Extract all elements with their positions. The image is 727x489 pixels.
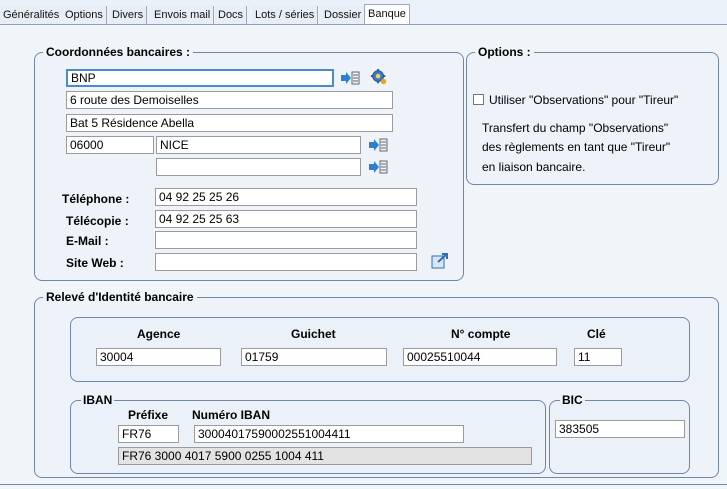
options-legend: Options : (478, 45, 531, 59)
options-description-line3: en liaison bancaire. (482, 160, 586, 174)
email-label: E-Mail : (66, 234, 109, 248)
city-input[interactable]: NICE (156, 136, 361, 154)
address-line1-input[interactable]: 6 route des Demoiselles (66, 91, 393, 109)
tab-divers[interactable]: Divers (109, 6, 148, 24)
cle-input[interactable]: 11 (574, 348, 622, 366)
tab-dossier[interactable]: Dossier (321, 6, 366, 24)
website-label: Site Web : (66, 256, 124, 270)
observations-checkbox[interactable] (473, 94, 484, 105)
observations-checkbox-label: Utiliser "Observations" pour "Tireur" (489, 93, 679, 107)
agence-input[interactable]: 30004 (96, 348, 221, 366)
guichet-label: Guichet (291, 327, 336, 341)
iban-legend: IBAN (83, 393, 113, 407)
email-input[interactable] (155, 231, 417, 249)
telecopie-input[interactable]: 04 92 25 25 63 (155, 210, 417, 228)
list-arrow-icon[interactable] (340, 69, 360, 87)
website-input[interactable] (155, 253, 417, 271)
list-arrow-icon[interactable] (368, 158, 388, 176)
panel-bottom-border (0, 484, 727, 485)
telecopie-label: Télécopie : (66, 214, 129, 228)
rib-legend: Relevé d'Identité bancaire (46, 290, 194, 304)
bic-legend: BIC (562, 393, 583, 407)
prefixe-label: Préfixe (128, 408, 169, 422)
bank-name-input[interactable]: BNP (66, 69, 334, 87)
list-arrow-icon[interactable] (368, 136, 388, 154)
tab-envois-mail[interactable]: Envois mail (151, 6, 215, 24)
postal-code-input[interactable]: 06000 (66, 136, 154, 154)
tab-options[interactable]: Options (62, 6, 107, 24)
tab-bar: Généralités Options Divers Envois mail D… (0, 4, 727, 26)
iban-number-input[interactable]: 30004017590002551004411 (194, 425, 464, 443)
compte-input[interactable]: 00025510044 (403, 348, 557, 366)
tab-banque[interactable]: Banque (364, 4, 410, 26)
telephone-label: Téléphone : (62, 192, 130, 206)
agence-label: Agence (137, 327, 181, 341)
compte-label: N° compte (451, 327, 511, 341)
iban-prefix-input[interactable]: FR76 (118, 425, 179, 443)
numero-iban-label: Numéro IBAN (192, 408, 271, 422)
country-input[interactable] (156, 158, 361, 176)
coordonnees-legend: Coordonnées bancaires : (46, 45, 191, 59)
options-description-line1: Transfert du champ "Observations" (482, 121, 669, 135)
address-line2-input[interactable]: Bat 5 Résidence Abella (66, 114, 393, 132)
tab-lots-series[interactable]: Lots / séries (252, 6, 319, 24)
telephone-input[interactable]: 04 92 25 25 26 (155, 188, 417, 206)
gear-icon[interactable] (369, 68, 389, 86)
tab-docs[interactable]: Docs (215, 6, 248, 24)
iban-formatted-display: FR76 3000 4017 5900 0255 1004 411 (118, 447, 532, 465)
cle-label: Clé (587, 327, 606, 341)
bic-input[interactable]: 383505 (555, 420, 685, 438)
tab-generalites[interactable]: Généralités (0, 6, 64, 24)
guichet-input[interactable]: 01759 (241, 348, 387, 366)
external-link-icon[interactable] (430, 252, 450, 270)
options-description-line2: des règlements en tant que "Tireur" (482, 140, 671, 154)
